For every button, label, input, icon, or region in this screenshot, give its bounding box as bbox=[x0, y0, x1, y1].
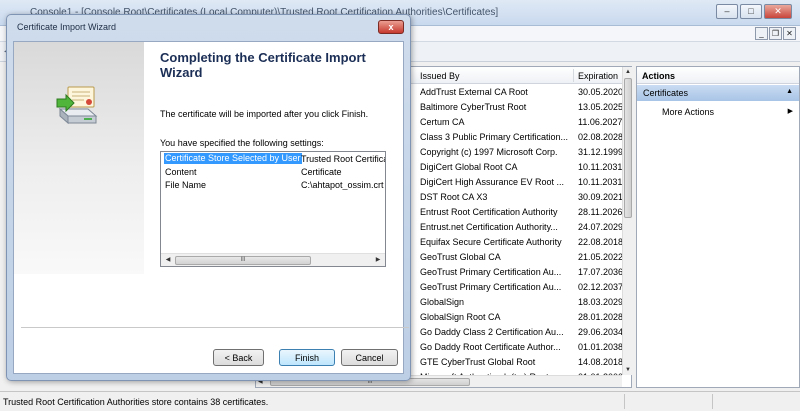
cell-expiration: 24.07.2029 bbox=[578, 222, 622, 232]
collapse-arrow-icon[interactable]: ▲ bbox=[786, 88, 793, 95]
child-restore-icon[interactable]: ❐ bbox=[769, 27, 782, 40]
cell-expiration: 30.05.2020 bbox=[578, 87, 622, 97]
settings-value: C:\ahtapot_ossim.crt bbox=[301, 180, 384, 190]
cell-issued-by: GeoTrust Primary Certification Au... bbox=[420, 282, 562, 292]
minimize-icon[interactable]: ‒ bbox=[716, 4, 738, 19]
settings-key: Certificate Store Selected by User bbox=[163, 152, 303, 165]
scrollbar-thumb[interactable] bbox=[624, 78, 632, 218]
cell-issued-by: Equifax Secure Certificate Authority bbox=[420, 237, 562, 247]
maximize-icon[interactable]: □ bbox=[740, 4, 762, 19]
cell-issued-by: Go Daddy Root Certificate Author... bbox=[420, 342, 561, 352]
cell-expiration: 28.01.2028 bbox=[578, 312, 622, 322]
cell-issued-by: GeoTrust Global CA bbox=[420, 252, 501, 262]
cell-issued-by: GTE CyberTrust Global Root bbox=[420, 357, 536, 367]
cell-expiration: 30.09.2021 bbox=[578, 192, 622, 202]
wizard-title: Certificate Import Wizard bbox=[17, 22, 117, 32]
cell-expiration: 28.11.2026 bbox=[578, 207, 622, 217]
window-caption-buttons: ‒ □ ✕ bbox=[716, 4, 792, 19]
settings-value: Certificate bbox=[301, 167, 342, 177]
cell-issued-by: DST Root CA X3 bbox=[420, 192, 488, 202]
scrollbar-thumb[interactable]: III bbox=[175, 256, 311, 265]
cell-expiration: 31.12.1999 bbox=[578, 147, 622, 157]
settings-row[interactable]: File Name C:\ahtapot_ossim.crt bbox=[161, 178, 385, 191]
cell-issued-by: Go Daddy Class 2 Certification Au... bbox=[420, 327, 564, 337]
cell-issued-by: AddTrust External CA Root bbox=[420, 87, 528, 97]
certificate-install-icon bbox=[56, 86, 98, 125]
column-expiration[interactable]: Expiration bbox=[578, 71, 618, 81]
actions-section-label: Certificates bbox=[643, 88, 689, 98]
wizard-intro-text: The certificate will be imported after y… bbox=[160, 109, 369, 119]
wizard-body: Completing the Certificate Import Wizard… bbox=[13, 41, 404, 374]
actions-section-certificates[interactable]: Certificates ▲ bbox=[637, 85, 799, 101]
scroll-right-icon[interactable]: ▶ bbox=[373, 254, 383, 266]
certificate-import-wizard-dialog: Certificate Import Wizard x Completing t… bbox=[6, 14, 411, 381]
close-icon[interactable]: x bbox=[378, 20, 404, 34]
close-icon[interactable]: ✕ bbox=[764, 4, 792, 19]
wizard-divider bbox=[21, 327, 409, 328]
cell-issued-by: Certum CA bbox=[420, 117, 465, 127]
scroll-up-icon[interactable]: ▲ bbox=[623, 67, 633, 77]
settings-key: File Name bbox=[165, 180, 207, 190]
cell-expiration: 10.11.2031 bbox=[578, 177, 622, 187]
status-divider bbox=[624, 394, 625, 409]
cell-issued-by: GlobalSign Root CA bbox=[420, 312, 501, 322]
cell-issued-by: DigiCert High Assurance EV Root ... bbox=[420, 177, 565, 187]
cell-expiration: 14.08.2018 bbox=[578, 357, 622, 367]
actions-header: Actions bbox=[637, 67, 799, 84]
settings-value: Trusted Root Certification Authorities bbox=[301, 154, 385, 164]
child-window-buttons: _ ❐ ✕ bbox=[755, 27, 796, 40]
back-button[interactable]: < Back bbox=[213, 349, 264, 366]
cell-expiration: 17.07.2036 bbox=[578, 267, 622, 277]
child-minimize-icon[interactable]: _ bbox=[755, 27, 768, 40]
cell-issued-by: GeoTrust Primary Certification Au... bbox=[420, 267, 562, 277]
list-vertical-scrollbar[interactable]: ▲ ▼ bbox=[622, 67, 632, 375]
scroll-left-icon[interactable]: ◀ bbox=[163, 254, 173, 266]
column-issued-by[interactable]: Issued By bbox=[420, 71, 460, 81]
cell-expiration: 10.11.2031 bbox=[578, 162, 622, 172]
wizard-heading: Completing the Certificate Import Wizard bbox=[160, 50, 366, 80]
cell-expiration: 01.01.2038 bbox=[578, 342, 622, 352]
cell-issued-by: DigiCert Global Root CA bbox=[420, 162, 518, 172]
cell-issued-by: Entrust Root Certification Authority bbox=[420, 207, 558, 217]
status-bar: Trusted Root Certification Authorities s… bbox=[0, 391, 800, 411]
cell-expiration: 02.08.2028 bbox=[578, 132, 622, 142]
settings-list[interactable]: Certificate Store Selected by User Truste… bbox=[160, 151, 386, 267]
finish-button[interactable]: Finish bbox=[279, 349, 335, 366]
more-actions-item[interactable]: More Actions ▶ bbox=[637, 105, 799, 120]
settings-label: You have specified the following setting… bbox=[160, 138, 324, 148]
scroll-down-icon[interactable]: ▼ bbox=[623, 365, 633, 375]
cell-issued-by: Entrust.net Certification Authority... bbox=[420, 222, 558, 232]
cell-issued-by: Baltimore CyberTrust Root bbox=[420, 102, 527, 112]
cell-expiration: 02.12.2037 bbox=[578, 282, 622, 292]
actions-pane: Actions Certificates ▲ More Actions ▶ bbox=[636, 66, 800, 388]
cell-expiration: 21.05.2022 bbox=[578, 252, 622, 262]
column-separator[interactable] bbox=[573, 69, 574, 82]
settings-key: Content bbox=[165, 167, 197, 177]
status-text: Trusted Root Certification Authorities s… bbox=[3, 397, 269, 407]
settings-horizontal-scrollbar[interactable]: ◀ III ▶ bbox=[161, 253, 385, 266]
cell-issued-by: Class 3 Public Primary Certification... bbox=[420, 132, 569, 142]
status-divider bbox=[712, 394, 713, 409]
settings-row[interactable]: Content Certificate bbox=[161, 165, 385, 178]
cell-expiration: 13.05.2025 bbox=[578, 102, 622, 112]
cell-issued-by: GlobalSign bbox=[420, 297, 465, 307]
cell-expiration: 18.03.2029 bbox=[578, 297, 622, 307]
cancel-button[interactable]: Cancel bbox=[341, 349, 398, 366]
cell-expiration: 29.06.2034 bbox=[578, 327, 622, 337]
cell-expiration: 22.08.2018 bbox=[578, 237, 622, 247]
settings-row[interactable]: Certificate Store Selected by User Truste… bbox=[161, 152, 385, 165]
cell-issued-by: Copyright (c) 1997 Microsoft Corp. bbox=[420, 147, 558, 157]
submenu-arrow-icon: ▶ bbox=[787, 108, 793, 115]
settings-rows: Certificate Store Selected by User Truste… bbox=[161, 152, 385, 191]
wizard-side-panel bbox=[14, 42, 144, 274]
child-close-icon[interactable]: ✕ bbox=[783, 27, 796, 40]
cell-expiration: 11.06.2027 bbox=[578, 117, 622, 127]
more-actions-label: More Actions bbox=[662, 107, 715, 117]
